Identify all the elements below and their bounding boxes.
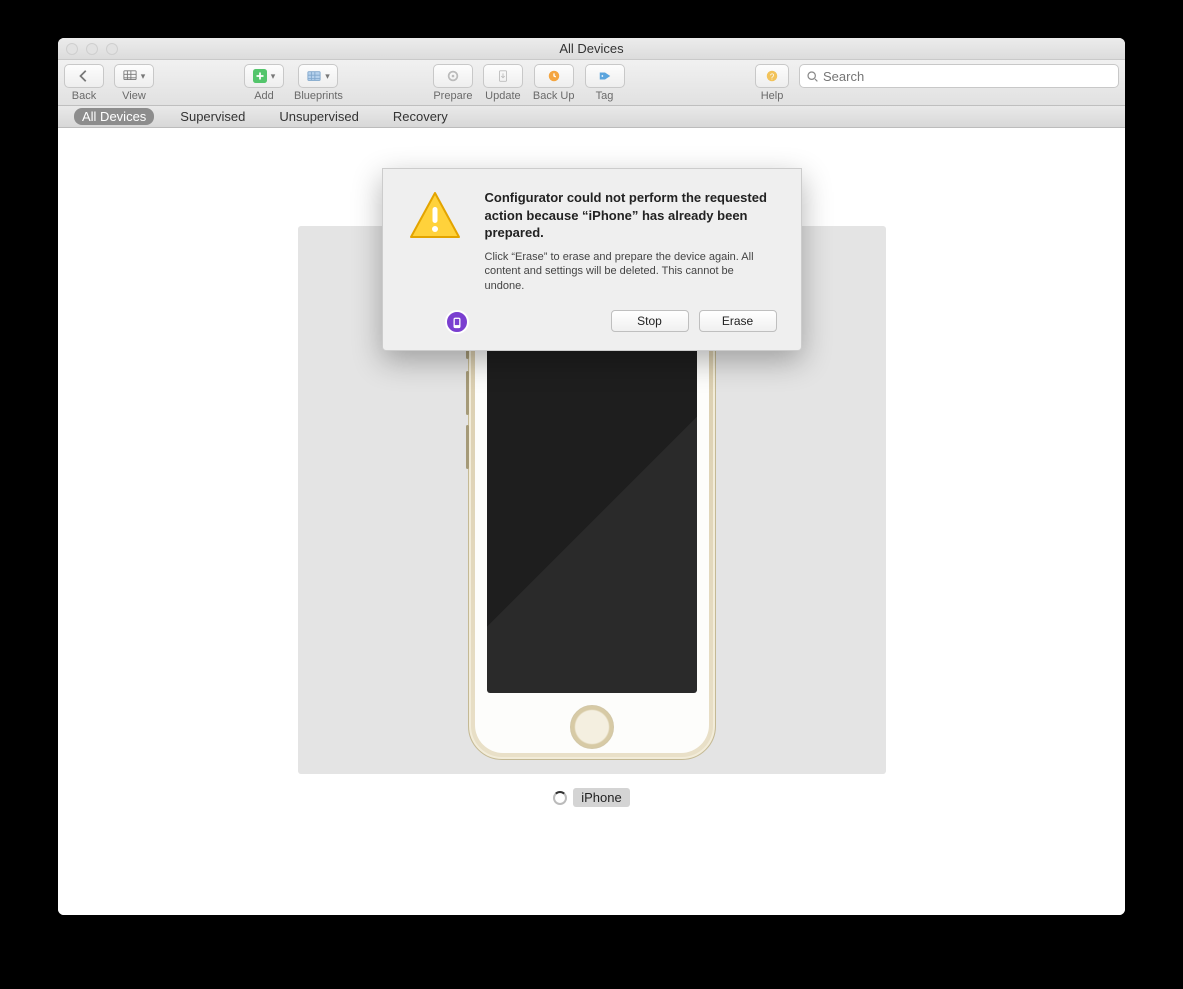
back-button[interactable] [64,64,104,88]
back-label: Back [72,90,96,102]
update-label: Update [485,90,520,102]
blueprints-button[interactable]: ▾ [298,64,338,88]
filter-unsupervised[interactable]: Unsupervised [271,108,367,125]
configurator-badge-icon [445,310,469,334]
plus-icon [253,69,267,83]
help-button[interactable]: ? [755,64,789,88]
update-button[interactable] [483,64,523,88]
gear-icon [446,69,460,83]
backup-label: Back Up [533,90,575,102]
back-group: Back [64,64,104,102]
download-icon [496,69,510,83]
app-window: All Devices Back ▾ View [58,38,1125,915]
phone-volume-down [466,425,469,469]
blueprints-icon [307,69,321,83]
phone-home-button [570,705,614,749]
update-group: Update [483,64,523,102]
add-group: ▾ Add [244,64,284,102]
filter-bar: All Devices Supervised Unsupervised Reco… [58,106,1125,128]
dialog-icon-wrap [407,189,467,332]
dialog-buttons: Stop Erase [485,310,777,332]
tag-button[interactable] [585,64,625,88]
titlebar: All Devices [58,38,1125,60]
chevron-down-icon: ▾ [271,71,276,82]
prepare-button[interactable] [433,64,473,88]
tag-group: Tag [585,64,625,102]
help-icon: ? [765,69,779,83]
window-title: All Devices [58,41,1125,56]
filter-recovery[interactable]: Recovery [385,108,456,125]
backup-button[interactable] [534,64,574,88]
view-label: View [122,90,146,102]
blueprints-label: Blueprints [294,90,343,102]
blueprints-group: ▾ Blueprints [294,64,343,102]
filter-all-devices[interactable]: All Devices [74,108,154,125]
stop-button[interactable]: Stop [611,310,689,332]
dialog-text: Configurator could not perform the reque… [485,189,777,332]
tag-icon [598,69,612,83]
chevron-down-icon: ▾ [141,71,146,82]
chevron-down-icon: ▾ [325,71,330,82]
view-button[interactable]: ▾ [114,64,154,88]
toolbar: Back ▾ View ▾ Add [58,60,1125,106]
search-input[interactable] [823,69,1112,84]
dialog-title: Configurator could not perform the reque… [485,189,777,242]
chevron-left-icon [77,69,91,83]
device-label[interactable]: iPhone [573,788,629,807]
filter-supervised[interactable]: Supervised [172,108,253,125]
search-field[interactable] [799,64,1119,88]
warning-icon [407,189,467,246]
add-label: Add [254,90,274,102]
search-icon [806,70,819,83]
backup-group: Back Up [533,64,575,102]
prepare-label: Prepare [433,90,472,102]
error-dialog: Configurator could not perform the reque… [382,168,802,351]
prepare-group: Prepare [433,64,473,102]
dialog-body: Click “Erase” to erase and prepare the d… [485,250,777,295]
view-group: ▾ View [114,64,154,102]
phone-volume-up [466,371,469,415]
grid-icon [123,69,137,83]
help-label: Help [761,90,784,102]
device-label-row: iPhone [553,788,629,807]
add-button[interactable]: ▾ [244,64,284,88]
help-group: ? Help [755,64,789,102]
svg-text:?: ? [770,73,775,82]
tag-label: Tag [596,90,614,102]
clock-icon [547,69,561,83]
spinner-icon [553,791,567,805]
erase-button[interactable]: Erase [699,310,777,332]
